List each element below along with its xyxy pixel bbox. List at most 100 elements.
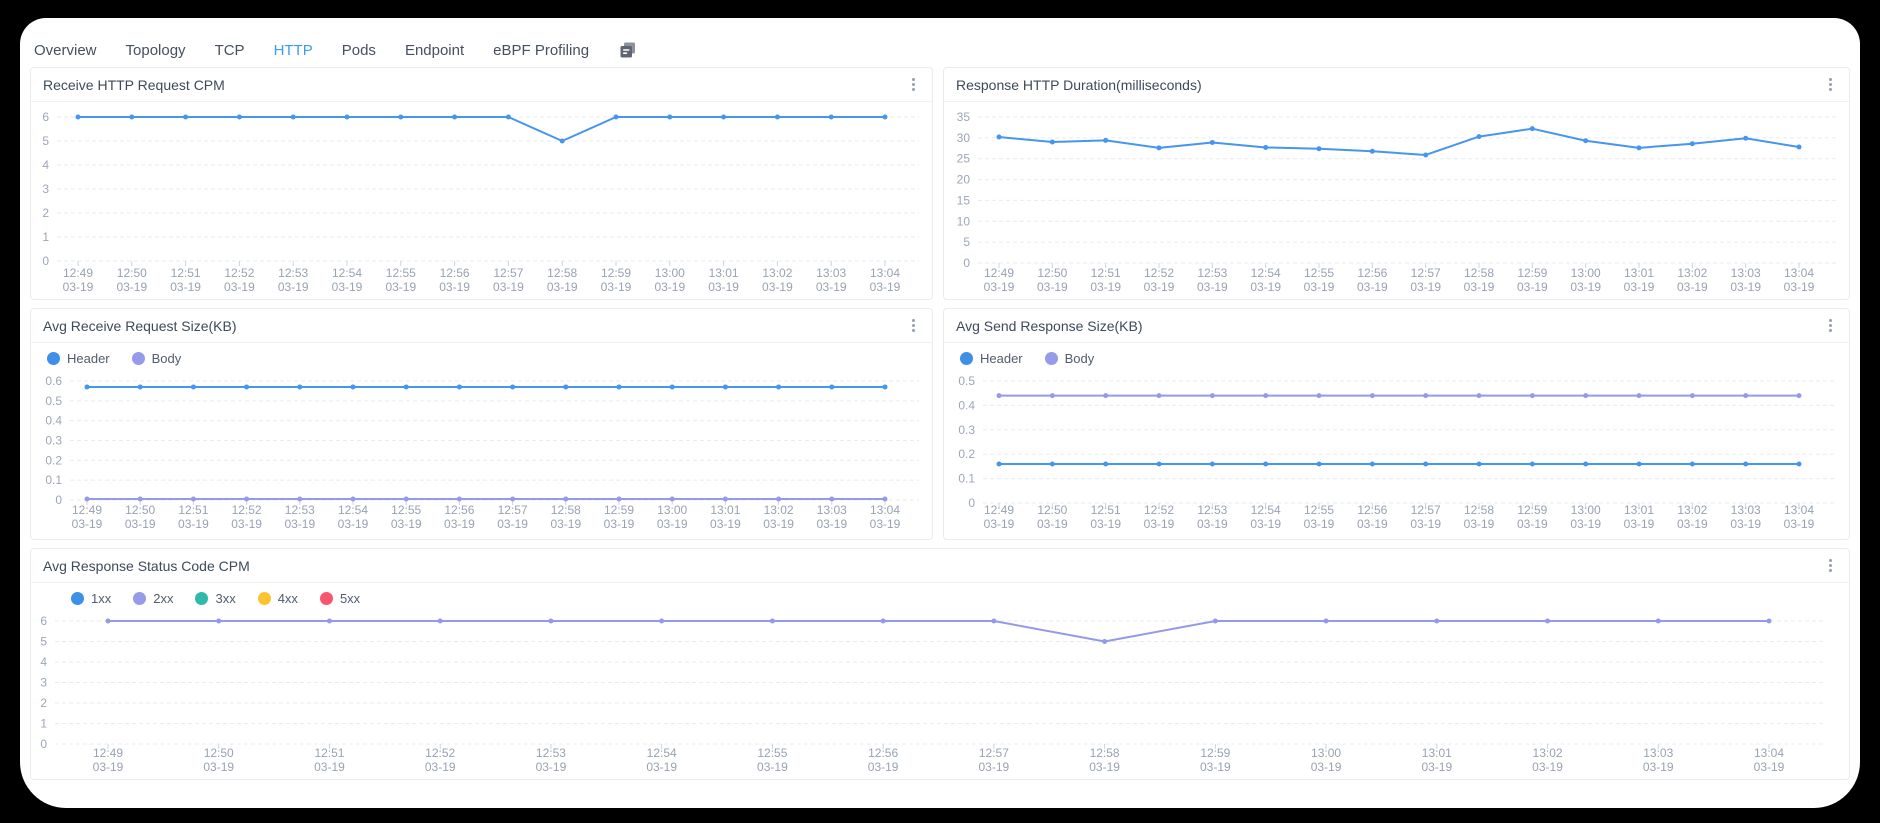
x-axis-time-label: 12:50 [1037, 266, 1067, 280]
x-axis-time-label: 12:54 [332, 266, 362, 280]
data-point [1263, 393, 1268, 398]
kebab-menu-icon[interactable] [1824, 555, 1837, 576]
data-point [883, 115, 888, 120]
data-point [244, 384, 249, 389]
data-point [1767, 619, 1772, 624]
x-axis-date-label: 03-19 [757, 760, 788, 774]
line-chart-avg-send-response-size[interactable]: 0.50.40.30.20.1012:4903-1912:5003-1912:5… [944, 373, 1849, 539]
chart-legend: 1xx 2xx 3xx 4xx 5xx [31, 583, 1849, 613]
x-axis-time-label: 12:57 [979, 746, 1009, 760]
tab-overview[interactable]: Overview [34, 42, 97, 59]
data-point [1213, 619, 1218, 624]
data-point [776, 497, 781, 502]
x-axis-date-label: 03-19 [708, 280, 739, 294]
x-axis-time-label: 12:49 [93, 746, 123, 760]
x-axis-time-label: 12:49 [984, 503, 1014, 517]
line-chart-avg-receive-request-size[interactable]: 0.60.50.40.30.20.1012:4903-1912:5003-191… [31, 373, 932, 539]
panel-header: Avg Send Response Size(KB) [944, 309, 1849, 343]
data-point [881, 619, 886, 624]
tab-pods[interactable]: Pods [342, 42, 376, 59]
x-axis-date-label: 03-19 [604, 517, 635, 531]
tab-http[interactable]: HTTP [274, 42, 313, 59]
x-axis-date-label: 03-19 [1410, 517, 1441, 531]
data-point [183, 115, 188, 120]
legend-label: 4xx [278, 591, 298, 606]
x-axis-time-label: 12:59 [1517, 503, 1547, 517]
x-axis-time-label: 12:51 [171, 266, 201, 280]
data-point [667, 115, 672, 120]
data-point [1210, 140, 1215, 145]
legend-item-header[interactable]: Header [47, 351, 110, 366]
x-axis-time-label: 12:55 [757, 746, 787, 760]
legend-item-4xx[interactable]: 4xx [258, 591, 298, 606]
x-axis-time-label: 12:49 [63, 266, 93, 280]
x-axis-time-label: 13:00 [1571, 266, 1601, 280]
kebab-menu-icon[interactable] [1824, 315, 1837, 336]
tab-endpoint[interactable]: Endpoint [405, 42, 464, 59]
data-point [1656, 619, 1661, 624]
data-point [351, 497, 356, 502]
tab-ebpf-profiling[interactable]: eBPF Profiling [493, 42, 589, 59]
x-axis-time-label: 12:51 [314, 746, 344, 760]
line-chart-receive-http-request-cpm[interactable]: 654321012:4903-1912:5003-1912:5103-1912:… [31, 102, 932, 299]
x-axis-time-label: 12:52 [232, 503, 262, 517]
legend-item-1xx[interactable]: 1xx [71, 591, 111, 606]
x-axis-date-label: 03-19 [1570, 280, 1601, 294]
x-axis-time-label: 12:58 [547, 266, 577, 280]
legend-dot [133, 592, 146, 605]
panel-response-http-duration: Response HTTP Duration(milliseconds) 353… [943, 67, 1850, 300]
x-axis-date-label: 03-19 [984, 280, 1015, 294]
x-axis-date-label: 03-19 [1250, 517, 1281, 531]
legend-item-header[interactable]: Header [960, 351, 1023, 366]
line-chart-avg-response-status-code-cpm[interactable]: 654321012:4903-1912:5003-1912:5103-1912:… [31, 613, 1849, 779]
data-point [617, 384, 622, 389]
x-axis-date-label: 03-19 [284, 517, 315, 531]
data-point [1690, 461, 1695, 466]
copy-report-icon[interactable] [618, 40, 638, 60]
data-point [991, 619, 996, 624]
x-axis-time-label: 12:53 [1197, 503, 1227, 517]
x-axis-time-label: 12:49 [984, 266, 1014, 280]
kebab-menu-icon[interactable] [907, 74, 920, 95]
x-axis-date-label: 03-19 [1357, 280, 1388, 294]
panel-title: Receive HTTP Request CPM [43, 77, 225, 93]
y-axis-label: 0 [42, 254, 49, 268]
tab-tcp[interactable]: TCP [215, 42, 245, 59]
data-point [1157, 461, 1162, 466]
tab-bar: Overview Topology TCP HTTP Pods Endpoint… [34, 32, 1840, 68]
tab-topology[interactable]: Topology [126, 42, 186, 59]
x-axis-date-label: 03-19 [1090, 517, 1121, 531]
y-axis-label: 35 [957, 110, 971, 124]
y-axis-label: 15 [957, 193, 971, 207]
x-axis-date-label: 03-19 [1570, 517, 1601, 531]
data-point [1050, 393, 1055, 398]
legend-item-5xx[interactable]: 5xx [320, 591, 360, 606]
legend-dot [1045, 352, 1058, 365]
y-axis-label: 0 [968, 496, 975, 510]
panel-title: Response HTTP Duration(milliseconds) [956, 77, 1202, 93]
legend-item-2xx[interactable]: 2xx [133, 591, 173, 606]
x-axis-time-label: 12:52 [224, 266, 254, 280]
data-point [617, 497, 622, 502]
data-point [452, 115, 457, 120]
data-point [351, 384, 356, 389]
x-axis-time-label: 12:54 [338, 503, 368, 517]
y-axis-label: 6 [42, 110, 49, 124]
x-axis-date-label: 03-19 [278, 280, 309, 294]
data-point [1434, 619, 1439, 624]
data-point [106, 619, 111, 624]
data-point [1210, 461, 1215, 466]
line-chart-response-http-duration[interactable]: 3530252015105012:4903-1912:5003-1912:510… [944, 102, 1849, 299]
legend-item-body[interactable]: Body [1045, 351, 1095, 366]
kebab-menu-icon[interactable] [907, 315, 920, 336]
x-axis-date-label: 03-19 [1730, 517, 1761, 531]
data-point [297, 497, 302, 502]
x-axis-date-label: 03-19 [1197, 517, 1228, 531]
series-line-receive-http-request-cpm [78, 117, 885, 141]
legend-item-3xx[interactable]: 3xx [195, 591, 235, 606]
x-axis-date-label: 03-19 [231, 517, 262, 531]
kebab-menu-icon[interactable] [1824, 74, 1837, 95]
x-axis-time-label: 13:03 [816, 266, 846, 280]
legend-item-body[interactable]: Body [132, 351, 182, 366]
panel-avg-send-response-size: Avg Send Response Size(KB) HeaderBody 0.… [943, 308, 1850, 540]
